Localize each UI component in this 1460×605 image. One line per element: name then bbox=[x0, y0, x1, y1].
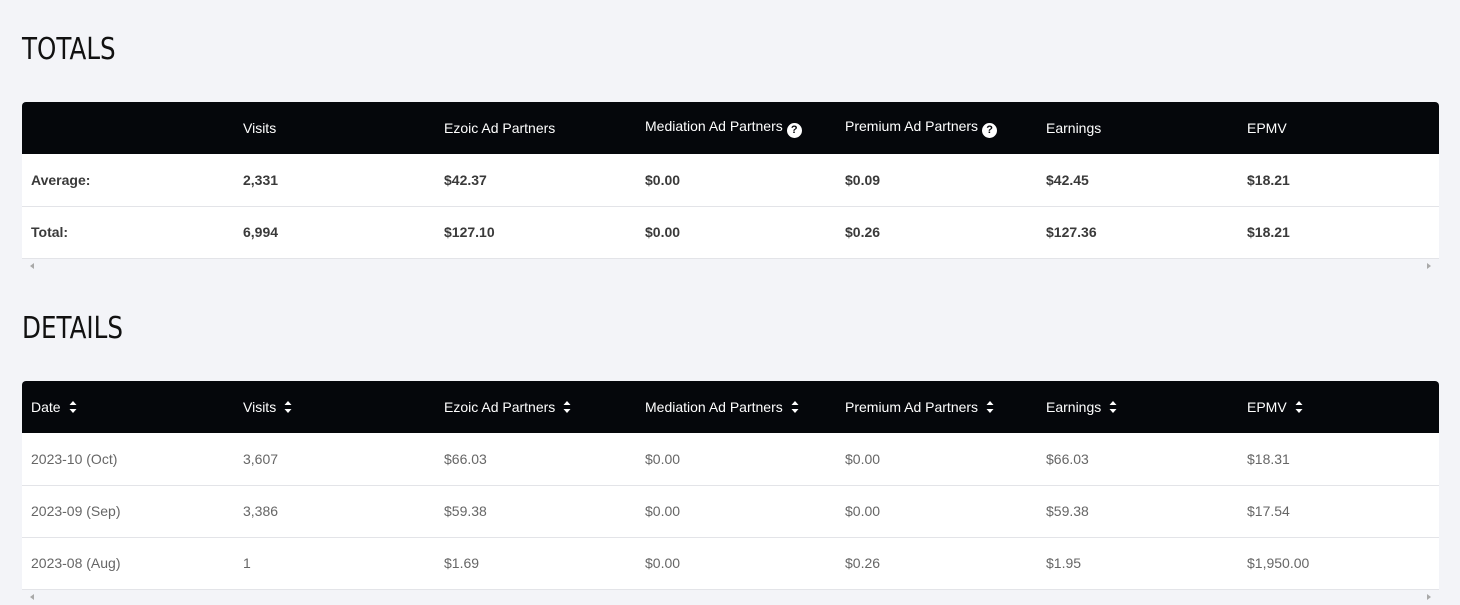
details-horizontal-scrollbar[interactable] bbox=[22, 589, 1439, 604]
table-cell: $127.10 bbox=[444, 224, 495, 240]
table-cell: 2023-08 (Aug) bbox=[31, 555, 121, 571]
details-col-date[interactable]: Date bbox=[22, 381, 234, 433]
table-cell: Average: bbox=[31, 171, 91, 188]
table-cell: $17.54 bbox=[1247, 503, 1290, 519]
totals-col-earnings: Earnings bbox=[1046, 120, 1102, 136]
table-cell: 2023-10 (Oct) bbox=[31, 450, 118, 467]
totals-col-visits: Visits bbox=[243, 120, 277, 136]
table-cell: $0.00 bbox=[645, 503, 681, 519]
sort-icon[interactable] bbox=[563, 400, 573, 414]
totals-header-row: Visits Ezoic Ad Partners Mediation Ad Pa… bbox=[22, 102, 1439, 154]
sort-icon[interactable] bbox=[284, 400, 294, 414]
details-col-earnings[interactable]: Earnings bbox=[1037, 381, 1238, 433]
sort-icon[interactable] bbox=[1109, 400, 1119, 414]
table-cell: $1.95 bbox=[1046, 555, 1082, 571]
table-cell: 2,331 bbox=[243, 171, 279, 188]
sort-icon[interactable] bbox=[986, 400, 996, 414]
table-cell: $0.26 bbox=[845, 555, 881, 571]
question-circle-icon[interactable]: ? bbox=[786, 123, 802, 138]
details-col-epmv[interactable]: EPMV bbox=[1238, 381, 1439, 433]
table-cell: $0.00 bbox=[645, 171, 681, 188]
totals-table-container: Visits Ezoic Ad Partners Mediation Ad Pa… bbox=[22, 102, 1439, 273]
table-row: 2023-09 (Sep) 3,386 $59.38 $0.00 $0.00 $… bbox=[22, 485, 1439, 537]
totals-col-label bbox=[22, 102, 234, 154]
table-cell: $59.38 bbox=[1046, 503, 1089, 519]
sort-icon[interactable] bbox=[1295, 400, 1305, 414]
table-cell: $18.21 bbox=[1247, 224, 1290, 240]
details-col-ezoic[interactable]: Ezoic Ad Partners bbox=[435, 381, 636, 433]
table-cell: $18.21 bbox=[1247, 171, 1290, 188]
details-table-container: Date Visits Ezoic Ad Partners Mediation … bbox=[22, 381, 1439, 604]
table-row: 2023-08 (Aug) 1 $1.69 $0.00 $0.26 $1.95 … bbox=[22, 537, 1439, 589]
totals-col-mediation: Mediation Ad Partners? bbox=[636, 102, 836, 154]
details-header-row: Date Visits Ezoic Ad Partners Mediation … bbox=[22, 381, 1439, 433]
totals-title: TOTALS bbox=[22, 32, 116, 67]
details-title: DETAILS bbox=[22, 311, 124, 346]
table-cell: $0.00 bbox=[845, 450, 881, 467]
table-cell: $0.00 bbox=[645, 224, 681, 240]
totals-row-total: Total: 6,994 $127.10 $0.00 $0.26 $127.36… bbox=[22, 206, 1439, 258]
totals-col-epmv: EPMV bbox=[1247, 120, 1287, 136]
table-cell: 6,994 bbox=[243, 224, 279, 240]
sort-icon[interactable] bbox=[791, 400, 801, 414]
details-col-premium[interactable]: Premium Ad Partners bbox=[836, 381, 1037, 433]
table-cell: $42.37 bbox=[444, 171, 487, 188]
scroll-right-icon[interactable] bbox=[1427, 262, 1431, 269]
table-cell: $0.09 bbox=[845, 171, 881, 188]
table-cell: $0.00 bbox=[845, 503, 881, 519]
table-cell: $0.00 bbox=[645, 555, 681, 571]
sort-icon[interactable] bbox=[69, 400, 79, 414]
table-cell: $1.69 bbox=[444, 555, 480, 571]
totals-horizontal-scrollbar[interactable] bbox=[22, 258, 1439, 273]
totals-row-average: Average: 2,331 $42.37 $0.00 $0.09 $42.45… bbox=[22, 154, 1439, 206]
details-col-visits[interactable]: Visits bbox=[234, 381, 435, 433]
scroll-right-icon[interactable] bbox=[1427, 593, 1431, 600]
table-row: 2023-10 (Oct) 3,607 $66.03 $0.00 $0.00 $… bbox=[22, 433, 1439, 485]
table-cell: $66.03 bbox=[1046, 450, 1089, 467]
table-cell: $18.31 bbox=[1247, 450, 1290, 467]
totals-col-premium: Premium Ad Partners? bbox=[836, 102, 1037, 154]
scroll-left-icon[interactable] bbox=[30, 593, 34, 600]
table-cell: 1 bbox=[243, 555, 251, 571]
details-col-mediation[interactable]: Mediation Ad Partners bbox=[636, 381, 836, 433]
table-cell: 3,607 bbox=[243, 450, 279, 467]
question-circle-icon[interactable]: ? bbox=[982, 123, 998, 138]
table-cell: Total: bbox=[31, 224, 69, 240]
table-cell: $42.45 bbox=[1046, 171, 1089, 188]
table-cell: 2023-09 (Sep) bbox=[31, 503, 121, 519]
table-cell: $66.03 bbox=[444, 450, 487, 467]
scroll-left-icon[interactable] bbox=[30, 262, 34, 269]
totals-col-ezoic: Ezoic Ad Partners bbox=[444, 120, 556, 136]
table-cell: $1,950.00 bbox=[1247, 555, 1310, 571]
table-cell: 3,386 bbox=[243, 503, 279, 519]
table-cell: $127.36 bbox=[1046, 224, 1097, 240]
details-table: Date Visits Ezoic Ad Partners Mediation … bbox=[22, 381, 1439, 590]
table-cell: $59.38 bbox=[444, 503, 487, 519]
totals-table: Visits Ezoic Ad Partners Mediation Ad Pa… bbox=[22, 102, 1439, 259]
table-cell: $0.26 bbox=[845, 224, 881, 240]
table-cell: $0.00 bbox=[645, 450, 681, 467]
